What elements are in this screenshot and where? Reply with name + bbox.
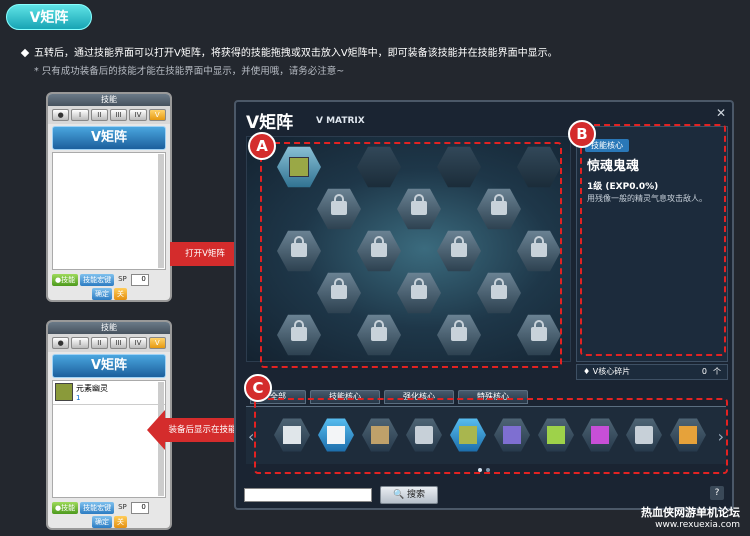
tab-beginner[interactable]: ● xyxy=(52,109,70,121)
skill-window-open: 技能 ● I II III IV V V矩阵 ●技能 技能宏键 SP 0 确定 … xyxy=(46,92,172,302)
skill-macro-button[interactable]: 技能宏键 xyxy=(80,502,115,514)
page-dots xyxy=(478,468,490,472)
vmatrix-button[interactable]: V矩阵 xyxy=(52,354,166,378)
sp-label: SP xyxy=(118,275,127,283)
tab-3[interactable]: III xyxy=(109,337,128,349)
badge-a: A xyxy=(248,132,276,160)
skill-window-footer: ●技能 技能宏键 SP 0 确定 关 xyxy=(48,500,170,528)
watermark: 热血侠网游单机论坛 www.rexuexia.com xyxy=(641,506,740,532)
skill-button[interactable]: ●技能 xyxy=(52,274,79,286)
tab-beginner[interactable]: ● xyxy=(52,337,70,349)
page-title: V矩阵 xyxy=(6,4,92,30)
scrollbar[interactable] xyxy=(158,154,164,268)
tab-2[interactable]: II xyxy=(90,109,108,121)
open-arrow: 打开V矩阵 xyxy=(170,234,260,274)
fragment-icon: ♦ xyxy=(583,367,593,376)
page: V矩阵 五转后，通过技能界面可以打开V矩阵，将获得的技能拖拽或双击放入V矩阵中，… xyxy=(0,0,750,536)
badge-b: B xyxy=(568,120,596,148)
skill-entry-text: 元素幽灵 1 xyxy=(76,383,108,402)
search-input[interactable] xyxy=(244,488,372,502)
tab-1[interactable]: I xyxy=(71,109,89,121)
area-b-outline xyxy=(580,124,726,356)
area-a-outline xyxy=(260,142,562,368)
tab-1[interactable]: I xyxy=(71,337,89,349)
skill-macro-button[interactable]: 技能宏键 xyxy=(80,274,115,286)
search-button[interactable]: 🔍 搜索 xyxy=(380,486,438,504)
skill-tabs: ● I II III IV V xyxy=(48,106,170,124)
fragment-label: V核心碎片 xyxy=(592,367,631,376)
sp-value: 0 xyxy=(130,274,149,286)
skill-list xyxy=(52,152,166,270)
help-icon[interactable]: ? xyxy=(710,486,724,500)
skill-window-caption: 技能 xyxy=(48,322,170,334)
skill-window-caption: 技能 xyxy=(48,94,170,106)
watermark-title: 热血侠网游单机论坛 xyxy=(641,506,740,519)
vmatrix-button[interactable]: V矩阵 xyxy=(52,126,166,150)
intro-line: 五转后，通过技能界面可以打开V矩阵，将获得的技能拖拽或双击放入V矩阵中，即可装备… xyxy=(34,48,558,59)
vmatrix-window: V矩阵 V MATRIX ✕ A 技能核心 惊魂鬼魂 1级 (EXP0.0%) … xyxy=(234,100,734,510)
page-dot[interactable] xyxy=(486,468,490,472)
close-icon[interactable]: ✕ xyxy=(716,106,726,120)
watermark-url: www.rexuexia.com xyxy=(655,520,740,530)
close-button[interactable]: 关 xyxy=(114,516,127,528)
tab-3[interactable]: III xyxy=(109,109,128,121)
skill-name: 元素幽灵 xyxy=(76,384,108,393)
fragment-unit: 个 xyxy=(713,367,721,376)
tab-4[interactable]: IV xyxy=(129,109,147,121)
badge-c: C xyxy=(244,374,272,402)
skill-ghost-icon xyxy=(55,383,73,401)
sp-value: 0 xyxy=(130,502,149,514)
tab-5[interactable]: V xyxy=(148,109,166,121)
fragment-count: 0 xyxy=(701,367,707,376)
confirm-button[interactable]: 确定 xyxy=(92,516,112,528)
area-c-outline xyxy=(254,398,728,474)
tab-4[interactable]: IV xyxy=(129,337,147,349)
vmatrix-subtitle: V MATRIX xyxy=(316,116,365,126)
page-dot[interactable] xyxy=(478,468,482,472)
bullet-icon xyxy=(20,48,30,58)
skill-tabs: ● I II III IV V xyxy=(48,334,170,352)
intro-text: 五转后，通过技能界面可以打开V矩阵，将获得的技能拖拽或双击放入V矩阵中，即可装备… xyxy=(20,44,558,59)
tab-5[interactable]: V xyxy=(148,337,166,349)
sp-label: SP xyxy=(118,503,127,511)
vmatrix-title: V矩阵 xyxy=(246,113,294,133)
skill-level: 1 xyxy=(76,394,81,402)
skill-entry[interactable]: 元素幽灵 1 xyxy=(53,381,165,405)
note-text: * 只有成功装备后的技能才能在技能界面中显示，并使用哦，请务必注意~ xyxy=(34,66,345,77)
tab-2[interactable]: II xyxy=(90,337,108,349)
skill-window-footer: ●技能 技能宏键 SP 0 确定 关 xyxy=(48,272,170,300)
core-fragments-bar: ♦ V核心碎片 0 个 xyxy=(576,364,728,380)
close-button[interactable]: 关 xyxy=(114,288,127,300)
confirm-button[interactable]: 确定 xyxy=(92,288,112,300)
skill-button[interactable]: ●技能 xyxy=(52,502,79,514)
